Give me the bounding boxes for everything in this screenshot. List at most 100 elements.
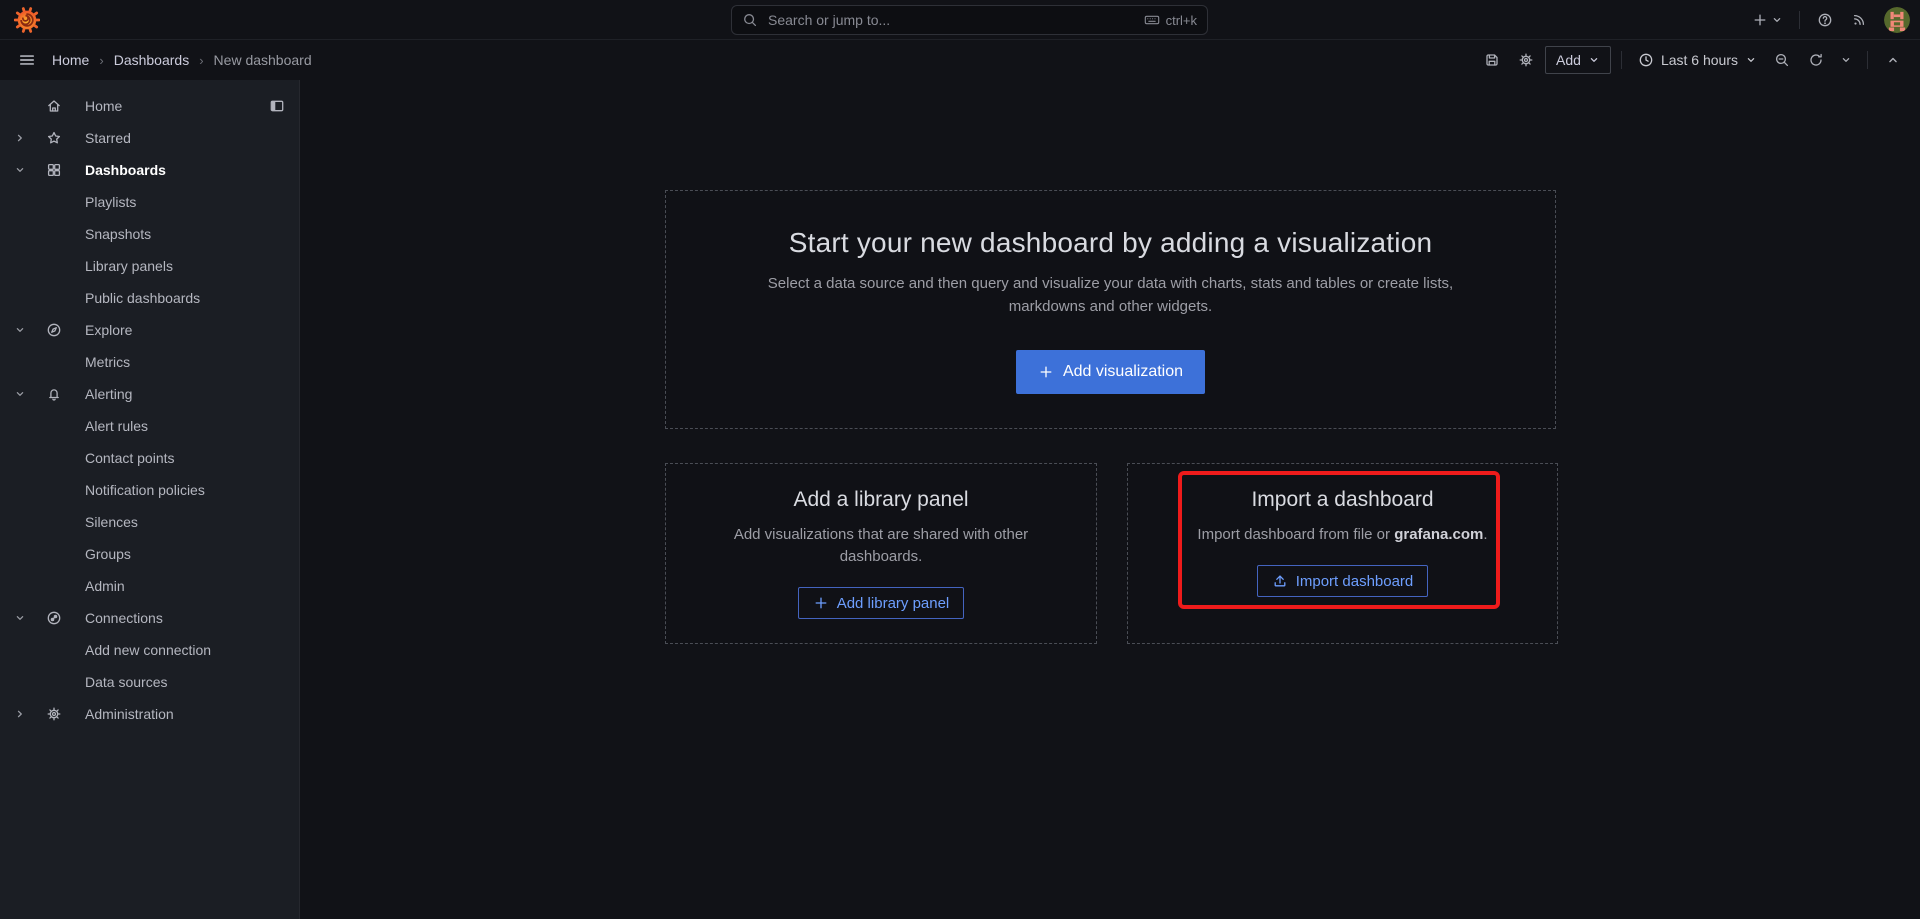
sidebar-item-label: Playlists xyxy=(85,194,136,210)
import-card-subtitle: Import dashboard from file or grafana.co… xyxy=(1197,524,1487,546)
help-button[interactable] xyxy=(1810,5,1840,35)
chevron-right-icon[interactable] xyxy=(14,132,46,144)
sidebar-item-alerting[interactable]: Alerting xyxy=(0,378,299,410)
dock-menu-icon[interactable] xyxy=(269,98,285,114)
import-dashboard-button[interactable]: Import dashboard xyxy=(1257,565,1429,597)
save-icon xyxy=(1484,52,1500,68)
chevron-down-icon[interactable] xyxy=(14,388,46,400)
breadcrumb-separator: › xyxy=(199,53,203,68)
apps-icon xyxy=(46,162,85,178)
avatar-image xyxy=(1884,7,1910,33)
user-avatar[interactable] xyxy=(1884,7,1910,33)
sidebar-item-administration[interactable]: Administration xyxy=(0,698,299,730)
news-button[interactable] xyxy=(1844,5,1874,35)
refresh-interval-dropdown[interactable] xyxy=(1835,45,1857,75)
plus-icon xyxy=(1038,364,1054,380)
chevron-down-icon xyxy=(1771,14,1783,26)
sidebar-item-snapshots[interactable]: Snapshots xyxy=(0,218,299,250)
sidebar-item-label: Admin xyxy=(85,578,125,594)
add-library-panel-button[interactable]: Add library panel xyxy=(798,587,965,619)
grafana-com-link[interactable]: grafana.com xyxy=(1394,526,1483,543)
hamburger-icon xyxy=(18,51,36,69)
sidebar-item-starred[interactable]: Starred xyxy=(0,122,299,154)
sidebar-item-admin[interactable]: Admin xyxy=(0,570,299,602)
divider xyxy=(1799,11,1800,29)
plus-icon xyxy=(1752,12,1768,28)
sidebar-item-dashboards[interactable]: Dashboards xyxy=(0,154,299,186)
star-icon xyxy=(46,130,85,146)
sidebar: Home Starred Dashboards Playlists Snapsh… xyxy=(0,80,300,919)
add-visualization-panel: Start your new dashboard by adding a vis… xyxy=(665,190,1556,429)
chevron-up-icon xyxy=(1886,53,1900,67)
chevron-down-icon[interactable] xyxy=(14,612,46,624)
home-icon xyxy=(46,98,85,114)
chevron-down-icon[interactable] xyxy=(14,164,46,176)
zoom-out-time-button[interactable] xyxy=(1767,45,1797,75)
keyboard-icon xyxy=(1144,12,1160,28)
upload-icon xyxy=(1272,573,1288,589)
breadcrumb-dashboards[interactable]: Dashboards xyxy=(114,52,190,68)
breadcrumb-home[interactable]: Home xyxy=(52,52,89,68)
sidebar-item-label: Administration xyxy=(85,706,174,722)
sidebar-item-notification-policies[interactable]: Notification policies xyxy=(0,474,299,506)
gear-icon xyxy=(1518,52,1534,68)
sidebar-item-label: Explore xyxy=(85,322,132,338)
library-card-subtitle: Add visualizations that are shared with … xyxy=(734,524,1028,568)
breadcrumb-toolbar: Home › Dashboards › New dashboard Add La… xyxy=(0,40,1920,80)
sidebar-item-label: Public dashboards xyxy=(85,290,200,306)
sidebar-item-label: Notification policies xyxy=(85,482,205,498)
grafana-flame-icon xyxy=(14,7,40,33)
cta-title: Start your new dashboard by adding a vis… xyxy=(789,227,1433,259)
sidebar-item-data-sources[interactable]: Data sources xyxy=(0,666,299,698)
dashboard-toolbar-actions: Add Last 6 hours xyxy=(1477,45,1908,75)
top-navigation-bar: ctrl+k xyxy=(0,0,1920,40)
sidebar-item-groups[interactable]: Groups xyxy=(0,538,299,570)
compass-icon xyxy=(46,322,85,338)
sidebar-item-label: Home xyxy=(85,98,122,114)
sidebar-item-label: Snapshots xyxy=(85,226,151,242)
sidebar-item-explore[interactable]: Explore xyxy=(0,314,299,346)
breadcrumb-separator: › xyxy=(99,53,103,68)
sidebar-item-label: Groups xyxy=(85,546,131,562)
chevron-down-icon xyxy=(1840,54,1852,66)
search-input[interactable] xyxy=(766,11,1144,29)
search-shortcut-label: ctrl+k xyxy=(1166,13,1197,28)
sidebar-item-silences[interactable]: Silences xyxy=(0,506,299,538)
collapse-toolbar-button[interactable] xyxy=(1878,45,1908,75)
add-visualization-button[interactable]: Add visualization xyxy=(1016,350,1205,394)
sidebar-item-label: Silences xyxy=(85,514,138,530)
grafana-logo[interactable] xyxy=(12,5,42,35)
sidebar-item-add-new-connection[interactable]: Add new connection xyxy=(0,634,299,666)
clock-icon xyxy=(1638,52,1654,68)
chevron-right-icon[interactable] xyxy=(14,708,46,720)
sidebar-item-label: Data sources xyxy=(85,674,167,690)
add-panel-button[interactable]: Add xyxy=(1545,46,1611,74)
dashboard-settings-button[interactable] xyxy=(1511,45,1541,75)
sidebar-item-label: Alerting xyxy=(85,386,132,402)
search-box[interactable]: ctrl+k xyxy=(731,5,1208,35)
time-range-picker[interactable]: Last 6 hours xyxy=(1632,45,1763,75)
refresh-button[interactable] xyxy=(1801,45,1831,75)
cog-icon xyxy=(46,706,85,722)
sidebar-item-public-dashboards[interactable]: Public dashboards xyxy=(0,282,299,314)
sidebar-item-library-panels[interactable]: Library panels xyxy=(0,250,299,282)
time-range-label: Last 6 hours xyxy=(1661,52,1738,68)
sidebar-item-alert-rules[interactable]: Alert rules xyxy=(0,410,299,442)
sidebar-item-contact-points[interactable]: Contact points xyxy=(0,442,299,474)
sidebar-item-home[interactable]: Home xyxy=(0,90,299,122)
breadcrumb: Home › Dashboards › New dashboard xyxy=(52,52,312,68)
divider xyxy=(1867,51,1868,69)
sidebar-item-connections[interactable]: Connections xyxy=(0,602,299,634)
rss-icon xyxy=(1851,12,1867,28)
sidebar-item-label: Dashboards xyxy=(85,162,166,178)
refresh-icon xyxy=(1808,52,1824,68)
breadcrumb-current-page: New dashboard xyxy=(214,52,312,68)
new-dropdown-button[interactable] xyxy=(1746,5,1789,35)
sidebar-item-playlists[interactable]: Playlists xyxy=(0,186,299,218)
sidebar-item-label: Add new connection xyxy=(85,642,211,658)
save-dashboard-button[interactable] xyxy=(1477,45,1507,75)
sidebar-item-metrics[interactable]: Metrics xyxy=(0,346,299,378)
link-icon xyxy=(46,610,85,626)
mega-menu-toggle-button[interactable] xyxy=(12,45,42,75)
chevron-down-icon[interactable] xyxy=(14,324,46,336)
